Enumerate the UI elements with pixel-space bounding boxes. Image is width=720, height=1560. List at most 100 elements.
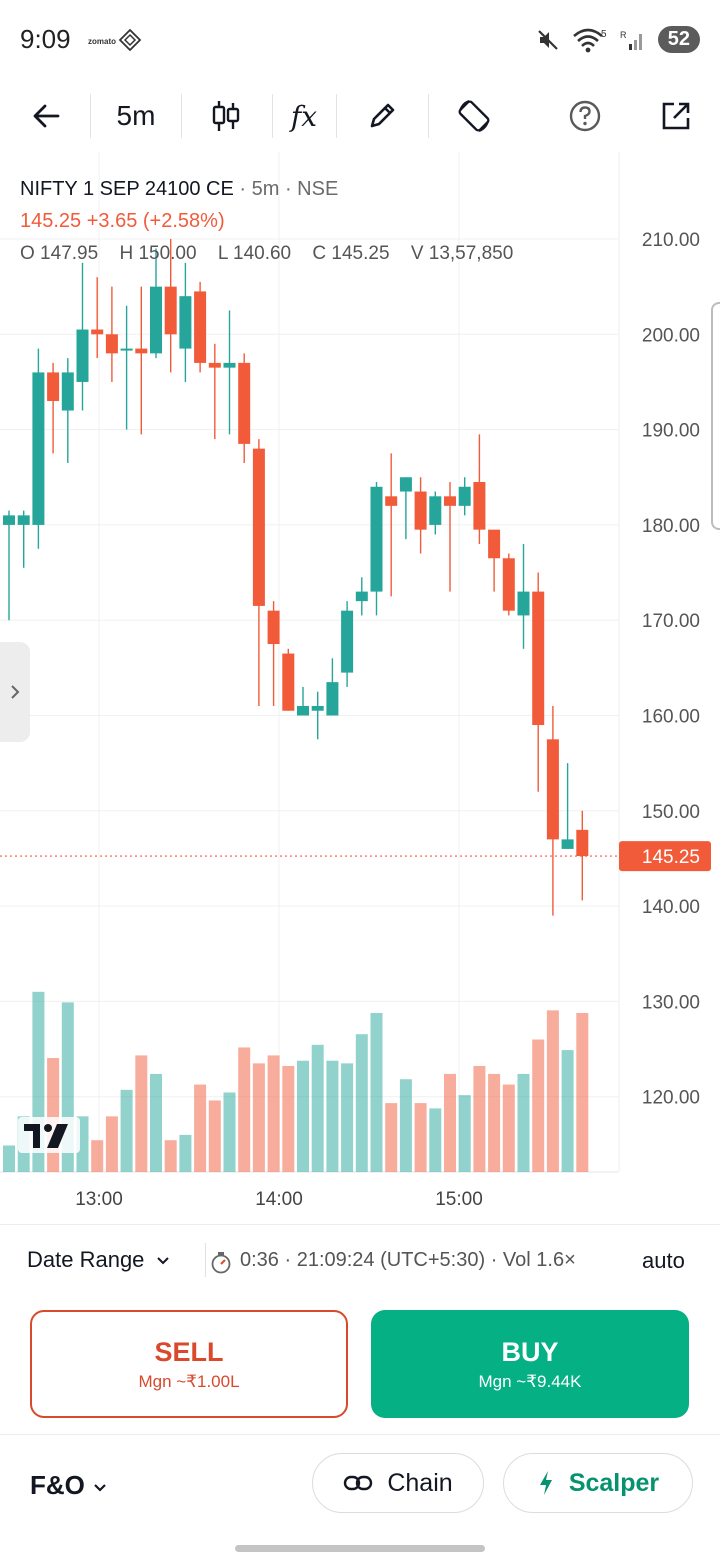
buy-margin: Mgn ~₹9.44K [478,1371,582,1391]
auto-scale-button[interactable]: auto [642,1248,685,1274]
volume-bar [488,1073,501,1172]
candle-body [252,448,265,606]
volume-bar [385,1103,398,1172]
candle-body [517,591,530,616]
volume-bar [561,1050,574,1172]
candle-body [385,496,398,506]
y-tick-label: 160.00 [642,707,700,728]
candle-body [429,496,442,525]
mute-icon [537,29,558,50]
candle-body [32,372,45,525]
volume-bar [179,1134,192,1172]
volume-bar [429,1108,442,1172]
volume-bar [414,1103,427,1172]
volume-bar [223,1092,236,1172]
chevron-right-icon [11,685,20,699]
volume-bar [546,1010,559,1172]
candle-body [76,329,89,382]
ohlc-open: O 147.95 [20,243,99,264]
date-range-label: Date Range [27,1247,145,1272]
side-panel-toggle[interactable] [0,642,30,742]
volume-bar [444,1073,456,1172]
candle-body [341,610,354,673]
volume-bar [91,1140,104,1172]
x-tick-label: 15:00 [435,1189,483,1210]
candle-body [326,682,339,716]
candle-body [150,286,162,354]
back-button[interactable] [14,80,78,152]
date-range-button[interactable]: Date Range [27,1247,171,1273]
indicators-button[interactable]: fx [276,80,332,152]
y-tick-label: 140.00 [642,897,700,918]
toolbar-divider [428,94,429,138]
drawing-tools-button[interactable] [346,80,418,152]
status-icons: 5 R 52 [536,26,700,53]
volume-bar [47,1058,60,1172]
open-external-button[interactable] [644,80,708,152]
battery-indicator: 52 [657,26,700,53]
volume-bar [3,1145,15,1172]
candle-body [164,286,177,335]
chevron-down-icon [94,1484,106,1492]
ohlc-volume: V 13,57,850 [410,243,514,264]
candle-body [414,491,427,530]
y-tick-label: 200.00 [642,325,700,346]
right-edge-handle[interactable] [711,302,720,530]
candle-body [91,329,104,335]
interval-selector[interactable]: 5m [96,80,176,152]
help-button[interactable] [553,80,617,152]
volume-bar [282,1066,295,1172]
candle-body [61,372,74,411]
wifi-badge: 5 [601,29,607,40]
volume-bar [355,1034,368,1172]
session-info: 0:36 · 21:09:24 (UTC+5:30) · Vol 1.6× [240,1249,576,1271]
candle-body [223,362,236,368]
toolbar-divider [336,94,337,138]
rotate-screen-button[interactable] [436,80,512,152]
volume-bar [208,1100,221,1172]
candle-body [297,705,309,716]
volume-bar [311,1044,324,1172]
volume-bar [238,1047,251,1172]
candle-body [370,486,383,592]
rotate-screen-icon [458,99,490,133]
y-tick-label: 210.00 [642,230,700,251]
volume-bar [297,1060,309,1172]
segment-selector[interactable]: F&O [30,1470,108,1501]
app-diamond-icon [118,28,142,52]
scalper-button[interactable]: Scalper [503,1453,693,1513]
chart-type-button[interactable] [190,80,262,152]
buy-button[interactable]: BUY Mgn ~₹9.44K [371,1310,689,1418]
candle-body [576,829,589,857]
candle-body [488,529,501,559]
ohlc-close: C 145.25 [312,243,390,264]
y-tick-label: 180.00 [642,516,700,537]
price-chart[interactable]: 210.00 200.00 190.00 180.00 170.00 160.00 150.… [0,152,720,1224]
volume-bar [105,1116,118,1172]
candle-body [194,291,207,363]
candle-body [282,653,295,711]
home-indicator [235,1545,485,1552]
status-bar: 9:09 zomato 5 R 52 [0,0,720,80]
candle-body [546,739,559,840]
volume-bar [326,1060,339,1172]
candlestick-chart[interactable]: 210.00 200.00 190.00 180.00 170.00 160.00 150.… [0,152,720,1224]
help-circle-icon [569,100,601,132]
volume-bar [399,1079,412,1172]
arrow-left-icon [33,104,60,128]
candle-body [502,558,515,611]
candle-body [355,591,368,602]
y-tick-label: 150.00 [642,802,700,823]
toolbar-divider [181,94,182,138]
info-divider [205,1243,206,1277]
tradingview-logo-icon [18,1117,80,1153]
chain-button[interactable]: Chain [312,1453,484,1513]
cell-signal-icon: R [620,30,642,50]
candlestick-icon [212,101,240,131]
candle-body [444,496,456,506]
sell-button[interactable]: SELL Mgn ~₹1.00L [30,1310,348,1418]
sell-margin: Mgn ~₹1.00L [138,1371,240,1391]
wifi-icon: 5 [572,28,607,52]
candle-body [17,515,30,525]
volume-bar [473,1066,486,1172]
